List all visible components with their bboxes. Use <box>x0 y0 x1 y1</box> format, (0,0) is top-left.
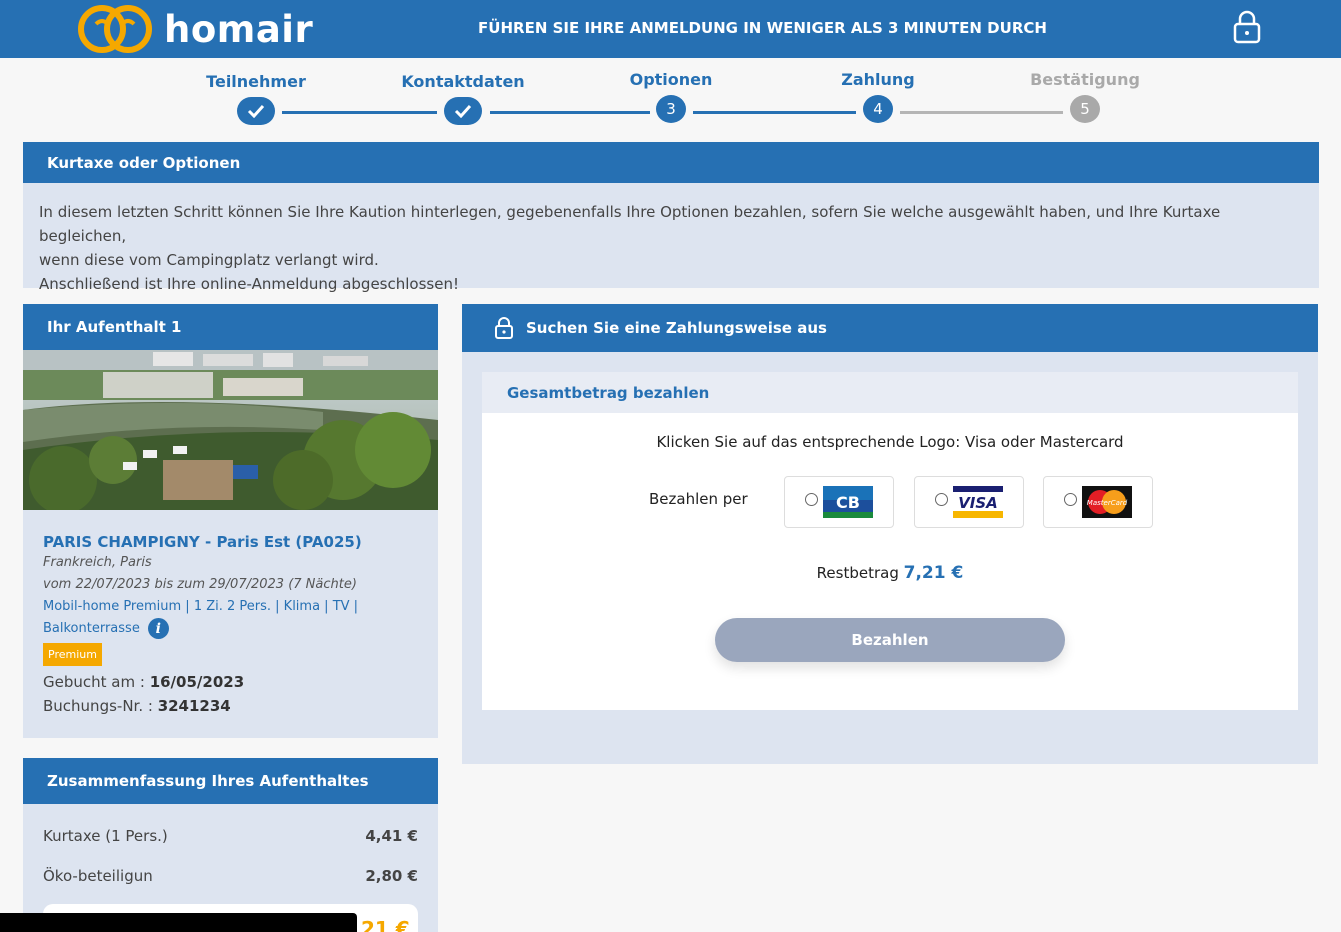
accommodation-features-line2: Balkonterrasse i <box>43 618 418 640</box>
payment-panel-body: Gesamtbetrag bezahlen Klicken Sie auf da… <box>462 352 1318 764</box>
card-option-visa[interactable]: VISA <box>914 476 1024 528</box>
step-number: 3 <box>656 95 686 123</box>
step-optionen[interactable]: Optionen 3 <box>591 70 751 123</box>
top-header: homair FÜHREN SIE IHRE ANMELDUNG IN WENI… <box>0 0 1341 58</box>
step-check-badge <box>237 97 275 125</box>
step-kontaktdaten[interactable]: Kontaktdaten <box>383 72 543 125</box>
mastercard-radio[interactable] <box>1064 493 1077 506</box>
overlay-bar <box>0 913 357 932</box>
summary-row: Kurtaxe (1 Pers.) 4,41 € <box>43 816 418 856</box>
brand-name: homair <box>164 7 314 51</box>
campsite-photo <box>23 350 438 510</box>
campsite-name[interactable]: PARIS CHAMPIGNY - Paris Est (PA025) <box>43 532 418 552</box>
campsite-photo-illustration <box>23 350 438 510</box>
summary-row-amount: 4,41 € <box>365 827 418 845</box>
features-text: Balkonterrasse <box>43 621 140 636</box>
cb-card-icon: CB <box>823 486 873 518</box>
remaining-value: 7,21 € <box>903 563 964 583</box>
info-icon[interactable]: i <box>147 618 169 639</box>
step-bestaetigung: Bestätigung 5 <box>1005 70 1165 123</box>
step-label: Kontaktdaten <box>401 72 525 91</box>
visa-radio[interactable] <box>935 493 948 506</box>
remaining-amount: Restbetrag 7,21 € <box>482 563 1298 583</box>
step-number: 4 <box>863 95 893 123</box>
summary-row-amount: 2,80 € <box>365 867 418 885</box>
premium-badge: Premium <box>43 643 102 666</box>
homair-logo-icon <box>78 5 152 53</box>
svg-text:CB: CB <box>836 493 860 512</box>
checkmark-icon <box>247 104 265 118</box>
summary-row-label: Kurtaxe (1 Pers.) <box>43 827 168 845</box>
pay-with-label: Bezahlen per <box>649 490 748 508</box>
pay-button[interactable]: Bezahlen <box>715 618 1065 662</box>
svg-text:VISA: VISA <box>958 494 998 512</box>
booking-date: Gebucht am : 16/05/2023 <box>43 670 418 694</box>
booking-number-value: 3241234 <box>157 697 231 715</box>
info-panel-body: In diesem letzten Schritt können Sie Ihr… <box>23 183 1319 293</box>
booking-number-label: Buchungs-Nr. : <box>43 697 158 715</box>
svg-text:MasterCard: MasterCard <box>1087 499 1128 507</box>
step-number: 5 <box>1070 95 1100 123</box>
card-option-cb[interactable]: CB <box>784 476 894 528</box>
step-label: Bestätigung <box>1030 70 1140 89</box>
step-zahlung[interactable]: Zahlung 4 <box>798 70 958 123</box>
homair-logo[interactable]: homair <box>76 2 313 56</box>
payment-subheader: Gesamtbetrag bezahlen <box>482 372 1298 413</box>
stay-details: PARIS CHAMPIGNY - Paris Est (PA025) Fran… <box>23 510 438 738</box>
info-panel-header: Kurtaxe oder Optionen <box>23 142 1319 183</box>
stay-dates: vom 22/07/2023 bis zum 29/07/2023 (7 Näc… <box>43 577 357 592</box>
step-teilnehmer[interactable]: Teilnehmer <box>176 72 336 125</box>
progress-stepper: Teilnehmer Kontaktdaten Optionen 3 Zahlu… <box>0 58 1341 138</box>
total-amount: 21 € <box>361 917 410 932</box>
step-label: Teilnehmer <box>206 72 306 91</box>
info-text-line: wenn diese vom Campingplatz verlangt wir… <box>39 251 379 269</box>
summary-panel-header: Zusammenfassung Ihres Aufenthaltes <box>23 758 438 804</box>
lock-icon <box>495 317 513 339</box>
payment-instruction: Klicken Sie auf das entsprechende Logo: … <box>656 433 1124 451</box>
lock-icon <box>1233 10 1261 44</box>
info-text-line: Anschließend ist Ihre online-Anmeldung a… <box>39 275 459 293</box>
cb-radio[interactable] <box>805 493 818 506</box>
remaining-label: Restbetrag <box>816 564 904 582</box>
booking-date-value: 16/05/2023 <box>149 673 245 691</box>
stay-panel-header: Ihr Aufenthalt 1 <box>23 304 438 350</box>
card-option-mastercard[interactable]: MasterCard <box>1043 476 1153 528</box>
summary-row-label: Öko-beteiligun <box>43 867 153 885</box>
accommodation-features: Mobil-home Premium | 1 Zi. 2 Pers. | Kli… <box>43 599 359 614</box>
checkmark-icon <box>454 104 472 118</box>
mastercard-icon: MasterCard <box>1082 486 1132 518</box>
campsite-location: Frankreich, Paris <box>43 555 152 570</box>
step-check-badge <box>444 97 482 125</box>
info-text-line: In diesem letzten Schritt können Sie Ihr… <box>39 203 1221 245</box>
payment-panel-title: Suchen Sie eine Zahlungsweise aus <box>526 319 827 337</box>
summary-row: Öko-beteiligun 2,80 € <box>43 856 418 896</box>
payment-card: Klicken Sie auf das entsprechende Logo: … <box>482 413 1298 710</box>
payment-panel-header: Suchen Sie eine Zahlungsweise aus <box>462 304 1318 352</box>
booking-number: Buchungs-Nr. : 3241234 <box>43 694 418 718</box>
step-label: Zahlung <box>841 70 915 89</box>
booking-date-label: Gebucht am : <box>43 673 150 691</box>
visa-card-icon: VISA <box>953 486 1003 518</box>
header-title: FÜHREN SIE IHRE ANMELDUNG IN WENIGER ALS… <box>478 19 1047 37</box>
step-label: Optionen <box>629 70 713 89</box>
